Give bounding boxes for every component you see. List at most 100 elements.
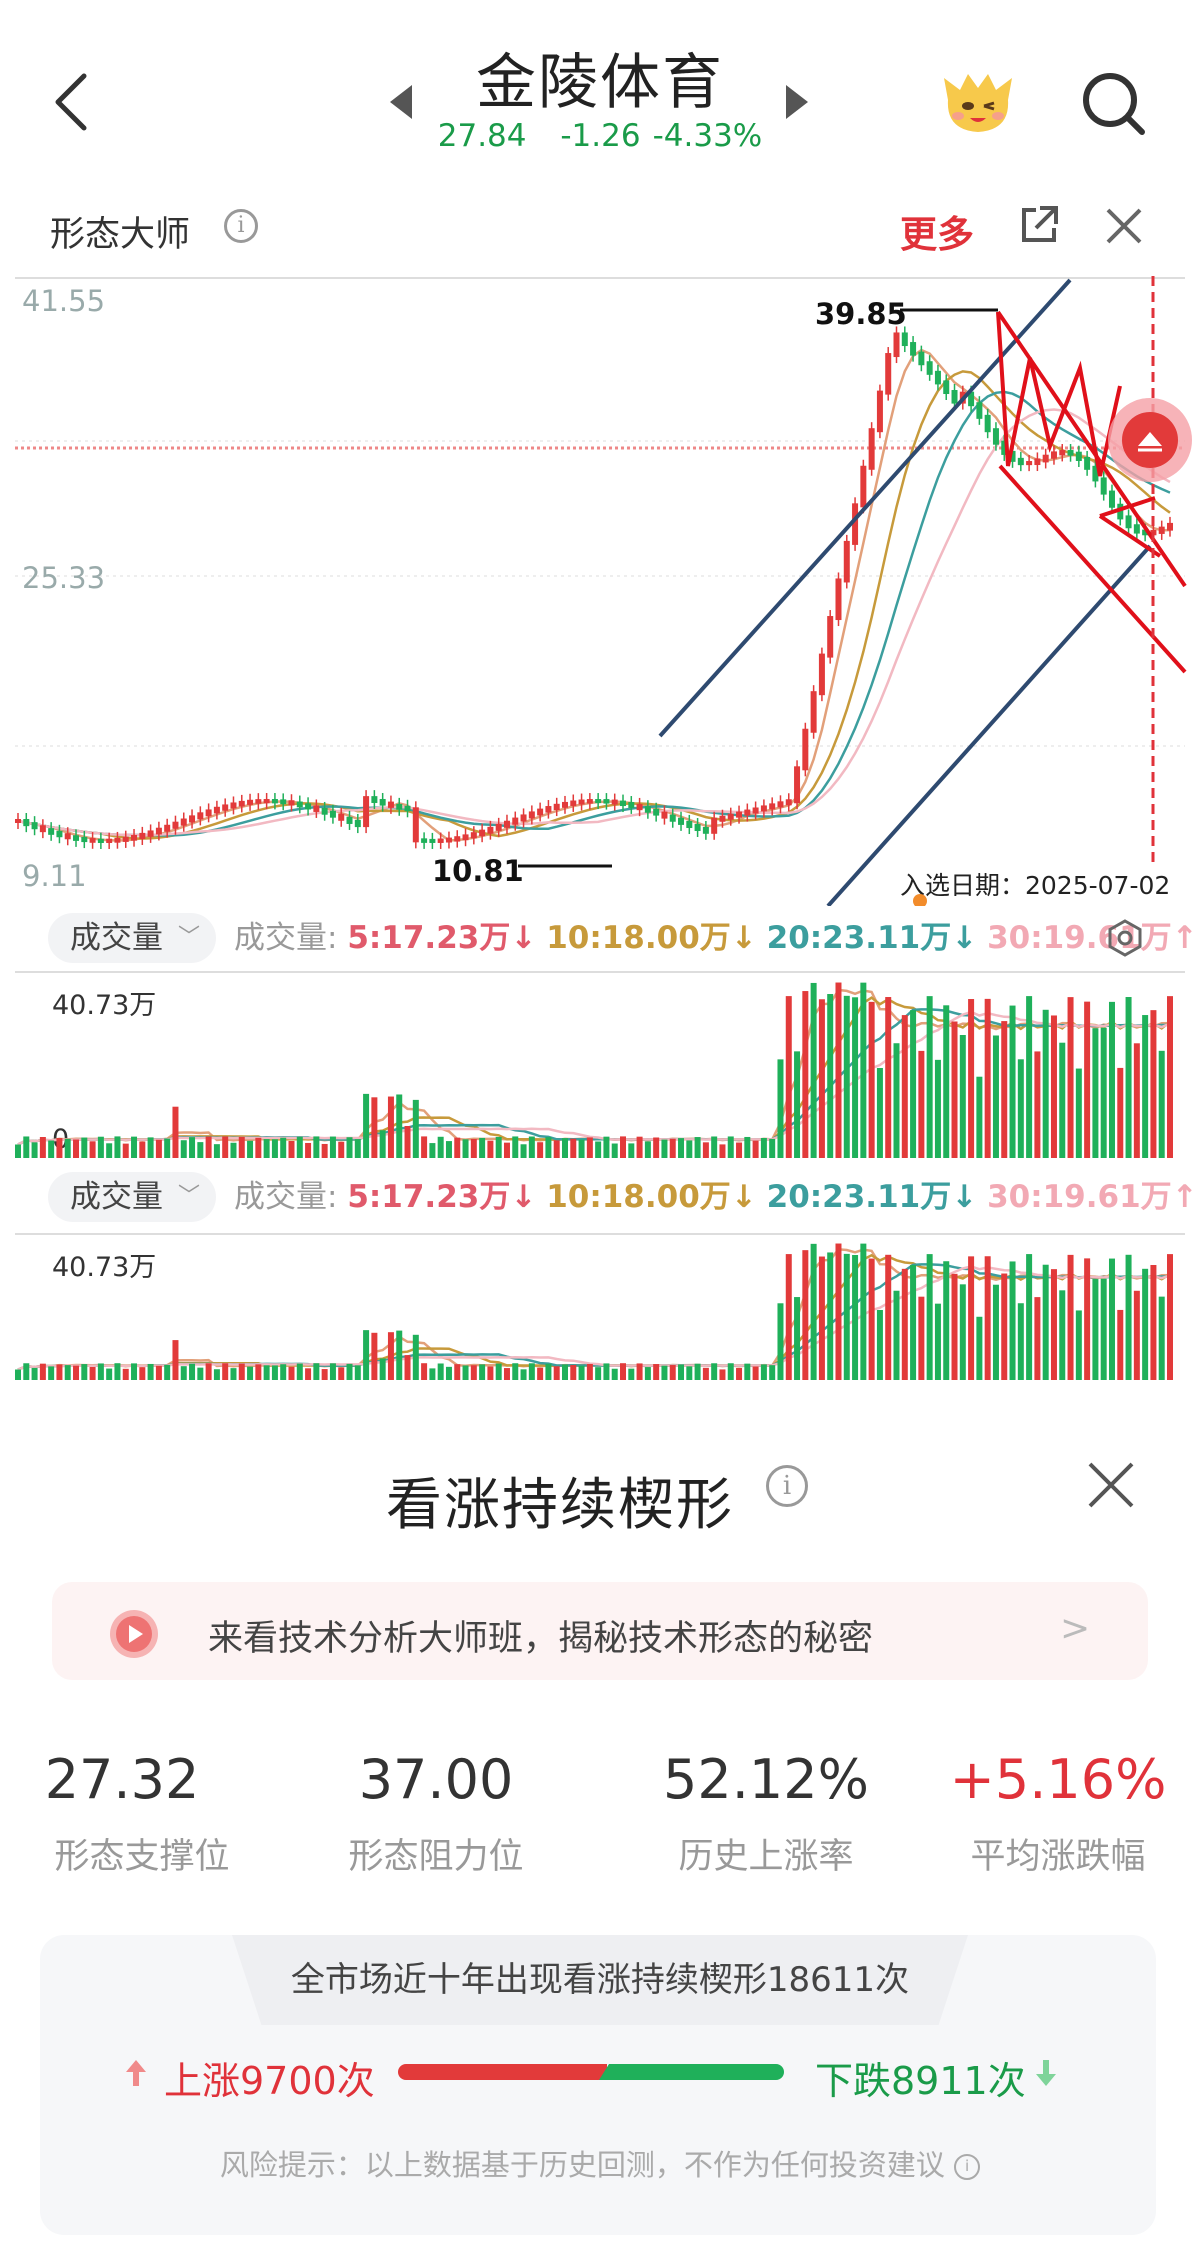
stat-uprate-value: 52.12% <box>663 1748 869 1811</box>
mascot-avatar-icon[interactable] <box>940 70 1016 136</box>
top-header: 金陵体育 27.84 -1.26 -4.33% <box>0 0 1200 185</box>
volume-bar <box>578 1365 585 1380</box>
stat-resistance-label: 形态阻力位 <box>348 1837 524 1877</box>
volume-bar <box>64 1365 71 1380</box>
candlestick-chart[interactable]: 41.55 25.33 9.11 39.85 10.81 入选日期：2025-0… <box>0 276 1200 906</box>
info-icon[interactable]: i <box>224 209 258 243</box>
volume-bar <box>106 1368 113 1380</box>
share-external-icon[interactable] <box>1018 204 1060 246</box>
volume-bar <box>97 1363 104 1380</box>
pattern-info-icon[interactable]: i <box>766 1465 808 1507</box>
next-stock-triangle-icon[interactable] <box>786 85 808 119</box>
volume-bar <box>222 1136 229 1158</box>
candle <box>64 833 71 840</box>
candle <box>744 809 751 816</box>
volume-bar <box>736 1367 743 1380</box>
candle <box>495 823 502 831</box>
volume-max-label: 40.73万 <box>52 990 156 1021</box>
candle <box>470 832 477 839</box>
volume-bar <box>271 1139 278 1158</box>
candle <box>943 380 950 395</box>
indicator-select-1[interactable]: 成交量 ﹀ <box>48 913 216 963</box>
volume-bar <box>305 1142 312 1158</box>
candle <box>313 805 320 812</box>
volume-chart-1[interactable]: 40.73万 0 <box>0 970 1200 1170</box>
volume-bar <box>1167 1254 1173 1380</box>
volume-bar <box>777 1303 784 1380</box>
scroll-up-button[interactable] <box>1108 398 1192 482</box>
volume-bar <box>719 1144 726 1158</box>
settings-gear-icon[interactable] <box>1106 919 1144 957</box>
volume-bar <box>611 1143 618 1158</box>
volume-bar <box>346 1363 353 1380</box>
candle <box>777 801 784 808</box>
volume-bar <box>255 1364 262 1380</box>
tool-title: 形态大师 <box>50 215 191 255</box>
volume-bar <box>155 1139 162 1158</box>
volume-bar <box>379 1130 386 1158</box>
volume-bar <box>835 1243 842 1380</box>
volume-bar <box>164 1364 171 1380</box>
volume-bar <box>280 1364 287 1380</box>
volume-bar <box>213 1144 220 1158</box>
volume-bar <box>968 1256 975 1380</box>
candle <box>1067 450 1074 456</box>
candle <box>860 465 867 508</box>
volume-bar <box>603 1136 610 1158</box>
close-icon[interactable] <box>1104 206 1144 246</box>
volume-bar <box>661 1139 668 1158</box>
volume-bar <box>470 1138 477 1158</box>
volume-bar <box>329 1363 336 1380</box>
volume-bar <box>1009 1261 1016 1380</box>
candle <box>760 805 767 812</box>
stock-change: -1.26 <box>560 118 641 154</box>
volume-bar <box>412 1334 419 1380</box>
candle <box>89 838 96 843</box>
search-icon[interactable] <box>1080 70 1148 138</box>
volume-bar <box>31 1142 38 1158</box>
volume-bar <box>545 1363 552 1380</box>
volume-bar <box>164 1138 171 1158</box>
volume-bar <box>636 1136 643 1158</box>
ma-line <box>17 390 1171 837</box>
stat-support-label: 形态支撑位 <box>54 1837 230 1877</box>
volume-bar <box>1026 996 1033 1158</box>
volume-bar <box>122 1143 129 1158</box>
volume-bar <box>785 996 792 1158</box>
stat-avg-change-label: 平均涨跌幅 <box>970 1837 1146 1877</box>
candle <box>73 835 80 841</box>
candle <box>329 810 336 818</box>
candle <box>172 821 179 829</box>
volume-bar <box>661 1365 668 1380</box>
candle <box>702 827 709 834</box>
candle <box>561 801 568 808</box>
volume-bar <box>951 1273 958 1380</box>
volume-bar <box>860 1243 867 1380</box>
indicator-select-2[interactable]: 成交量 ﹀ <box>48 1172 216 1222</box>
volume-toolbar-1: 成交量 ﹀ 成交量: 5:17.23万↓ 10:18.00万↓ 20:23.11万… <box>0 913 1200 967</box>
low-price-label: 10.81 <box>432 854 524 888</box>
candle <box>230 802 237 809</box>
volume-bar <box>39 1363 46 1380</box>
candle <box>354 819 361 828</box>
volume-bar <box>868 1001 875 1158</box>
candle <box>81 836 88 843</box>
volume-bar <box>437 1136 444 1158</box>
volume-bar <box>1167 996 1173 1158</box>
candle <box>288 800 295 806</box>
volume-bar <box>1026 1254 1033 1380</box>
volume-bar <box>636 1363 643 1380</box>
volume-bar <box>1117 1067 1124 1158</box>
candle <box>951 390 958 404</box>
candle <box>1026 461 1033 466</box>
candle <box>296 801 303 808</box>
volume-bar <box>570 1364 577 1380</box>
volume-bar <box>213 1369 220 1380</box>
candles <box>15 326 1173 849</box>
volume-chart-2[interactable]: 40.73万 <box>0 1232 1200 1380</box>
volume-bar <box>561 1364 568 1380</box>
panel-close-icon[interactable] <box>1086 1460 1136 1510</box>
candle <box>595 799 602 804</box>
more-button[interactable]: 更多 <box>900 204 974 258</box>
risk-info-icon[interactable]: i <box>954 2154 981 2180</box>
